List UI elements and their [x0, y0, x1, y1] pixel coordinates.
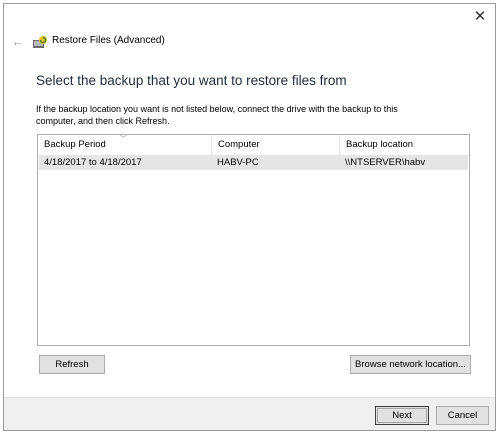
column-header-label: Backup Period: [44, 139, 106, 150]
page-heading: Select the backup that you want to resto…: [36, 73, 347, 88]
instructions-text: If the backup location you want is not l…: [36, 104, 398, 126]
refresh-button[interactable]: Refresh: [39, 355, 105, 374]
table-header: ﹀ Backup Period Computer Backup location: [38, 135, 469, 156]
window-title: Restore Files (Advanced): [52, 35, 165, 46]
backup-list[interactable]: ﹀ Backup Period Computer Backup location…: [37, 134, 470, 346]
table-row[interactable]: 4/18/2017 to 4/18/2017 HABV-PC \\NTSERVE…: [39, 156, 468, 170]
sort-caret-icon: ﹀: [120, 136, 127, 143]
browse-network-location-button[interactable]: Browse network location...: [350, 355, 471, 374]
cell-backup-period: 4/18/2017 to 4/18/2017: [44, 157, 142, 168]
back-arrow-icon[interactable]: ←: [10, 33, 26, 49]
column-header-backup-location[interactable]: Backup location: [340, 135, 469, 155]
backup-restore-app-icon: [33, 36, 47, 48]
cell-computer: HABV-PC: [217, 157, 259, 168]
restore-files-dialog: ✕ ← Restore Files (Advanced) Select the …: [3, 3, 496, 431]
cell-backup-location: \\NTSERVER\habv: [345, 157, 426, 168]
column-header-computer[interactable]: Computer: [212, 135, 340, 155]
next-button[interactable]: Next: [375, 406, 429, 425]
cancel-button[interactable]: Cancel: [436, 406, 489, 425]
column-header-backup-period[interactable]: ﹀ Backup Period: [38, 135, 212, 155]
close-icon[interactable]: ✕: [469, 6, 491, 26]
